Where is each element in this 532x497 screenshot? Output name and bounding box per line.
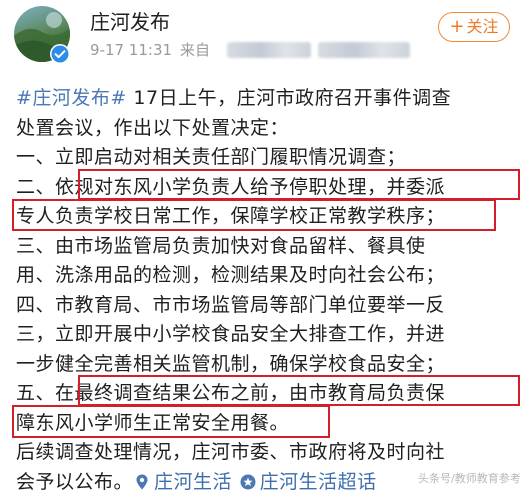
text-line: 二、依规对东风小学负责人给予停职处理，并委派 bbox=[16, 173, 521, 203]
text-line: 五、在最终调查结果公布之前，由市教育局负责保 bbox=[16, 379, 521, 409]
follow-label: 关注 bbox=[467, 17, 499, 36]
topic-tag-label: 庄河生活超话 bbox=[260, 471, 377, 493]
topic-tag-link[interactable]: 庄河生活超话 bbox=[239, 471, 377, 493]
blurred-source-1 bbox=[227, 42, 311, 58]
verified-badge-icon bbox=[50, 44, 70, 64]
text-line: 后续调查处理情况，庄河市委、市政府将及时向社 bbox=[16, 438, 521, 468]
location-pin-icon bbox=[133, 473, 151, 491]
watermark: 头条号/教师教育参考 bbox=[418, 470, 521, 486]
follow-button[interactable]: +关注 bbox=[438, 12, 510, 42]
post-date: 9-17 11:31 bbox=[90, 41, 172, 59]
hashtag-link[interactable]: #庄河发布# bbox=[16, 87, 127, 109]
author-name[interactable]: 庄河发布 bbox=[90, 9, 170, 35]
text-line-content: 17日上午，庄河市政府召开事件调查 bbox=[133, 87, 451, 109]
text-line: 三，立即开展中小学校食品安全大排查工作，并进 bbox=[16, 320, 521, 350]
post-meta: 9-17 11:31 来自 bbox=[90, 40, 210, 60]
text-line: #庄河发布# 17日上午，庄河市政府召开事件调查 bbox=[16, 84, 521, 114]
text-line: 处置会议，作出以下处置决定： bbox=[16, 114, 521, 144]
text-line: 一、立即启动对相关责任部门履职情况调查； bbox=[16, 143, 521, 173]
text-line: 专人负责学校日常工作，保障学校正常教学秩序； bbox=[16, 202, 521, 232]
text-line-content: 会予以公布。 bbox=[16, 471, 133, 493]
location-tag-link[interactable]: 庄河生活 bbox=[133, 471, 232, 493]
text-line: 三、由市场监管局负责加快对食品留样、餐具使 bbox=[16, 232, 521, 262]
blurred-source-2 bbox=[318, 42, 410, 58]
post-header: 庄河发布 9-17 11:31 来自 +关注 bbox=[0, 0, 532, 76]
text-line: 一步健全完善相关监管机制，确保学校食品安全； bbox=[16, 350, 521, 380]
post-body: #庄河发布# 17日上午，庄河市政府召开事件调查 处置会议，作出以下处置决定： … bbox=[16, 84, 521, 497]
super-topic-icon bbox=[239, 473, 257, 491]
text-line: 障东风小学师生正常安全用餐。 bbox=[16, 409, 521, 439]
text-line: 四、市教育局、市市场监管局等部门单位要举一反 bbox=[16, 291, 521, 321]
post-source-prefix: 来自 bbox=[180, 41, 210, 59]
location-tag-label: 庄河生活 bbox=[154, 471, 232, 493]
plus-icon: + bbox=[449, 16, 464, 37]
text-line: 用、洗涤用品的检测，检测结果及时向社会公布； bbox=[16, 261, 521, 291]
